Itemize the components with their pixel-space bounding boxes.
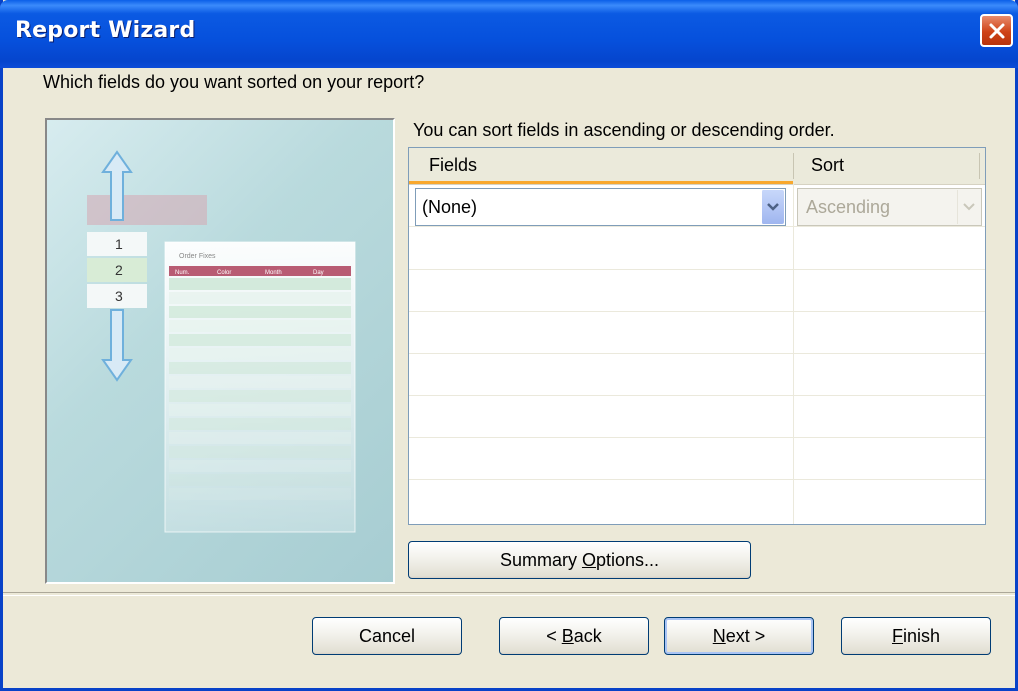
- grid-row-7[interactable]: [409, 437, 985, 480]
- mini-table-title: Order Fixes: [179, 253, 216, 260]
- highlight-band: [87, 195, 207, 225]
- sort-grid: Fields Sort (None) Ascending: [408, 147, 986, 525]
- back-button[interactable]: < Back: [499, 617, 649, 655]
- summary-options-mnemonic: O: [581, 549, 596, 570]
- grid-column-divider: [793, 184, 794, 524]
- grid-header: Fields Sort: [409, 148, 985, 185]
- title-bar[interactable]: Report Wizard: [0, 0, 1018, 68]
- footer-divider: [3, 592, 1015, 596]
- close-button[interactable]: [980, 14, 1013, 47]
- mini-table-header: [169, 266, 351, 276]
- field-dropdown-button[interactable]: [761, 190, 784, 224]
- next-mnemonic: N: [712, 625, 726, 646]
- finish-mnemonic: F: [891, 625, 903, 646]
- header-divider-end: [979, 153, 980, 179]
- header-sort-label: Sort: [811, 155, 845, 175]
- report-wizard-window: Report Wizard Which fields do you want s…: [0, 0, 1018, 691]
- mini-col-day: Day: [313, 270, 324, 276]
- grid-row-2[interactable]: [409, 227, 985, 270]
- sort-illustration-graphic: 1 2 3 Order Fixes Num. Color Month Day: [87, 150, 356, 533]
- arrow-down-icon: [101, 309, 133, 382]
- finish-button[interactable]: Finish: [841, 617, 991, 655]
- field-select[interactable]: (None): [415, 188, 786, 226]
- sort-order-value: Ascending: [806, 197, 891, 217]
- summary-options-button[interactable]: Summary Options...: [408, 541, 751, 579]
- mini-col-num: Num.: [175, 270, 190, 276]
- back-mnemonic: B: [561, 625, 574, 646]
- grid-row-8[interactable]: [409, 479, 985, 521]
- cancel-label: Cancel: [358, 625, 416, 646]
- header-fields-label: Fields: [429, 155, 478, 175]
- summary-options-label-suffix: ptions...: [595, 549, 660, 570]
- next-button[interactable]: Next >: [664, 617, 814, 655]
- window-title: Report Wizard: [15, 18, 196, 43]
- sort-dropdown-button[interactable]: [957, 190, 980, 224]
- grid-row-4[interactable]: [409, 311, 985, 354]
- back-label-suffix: ack: [573, 625, 602, 646]
- cancel-button[interactable]: Cancel: [312, 617, 462, 655]
- grid-row-5[interactable]: [409, 353, 985, 396]
- header-fields-column[interactable]: Fields: [409, 148, 793, 184]
- sort-illustration: 1 2 3 Order Fixes Num. Color Month Day: [45, 118, 395, 584]
- summary-options-label-prefix: Summary: [499, 549, 582, 570]
- step-number-2: 2: [115, 262, 123, 278]
- step-number-3: 3: [115, 288, 123, 304]
- header-divider[interactable]: [793, 153, 794, 179]
- instruction-label: You can sort fields in ascending or desc…: [413, 120, 835, 140]
- chevron-down-icon: [963, 203, 975, 211]
- sort-order-select[interactable]: Ascending: [797, 188, 982, 226]
- finish-label-suffix: inish: [902, 625, 941, 646]
- chevron-down-icon: [767, 203, 779, 211]
- close-icon: [989, 23, 1004, 38]
- step-number-1: 1: [115, 236, 123, 252]
- back-label-prefix: <: [546, 625, 562, 646]
- field-select-value: (None): [422, 197, 478, 217]
- grid-row-3[interactable]: [409, 269, 985, 312]
- mini-col-month: Month: [265, 270, 282, 276]
- question-label: Which fields do you want sorted on your …: [43, 72, 425, 92]
- mini-col-color: Color: [217, 270, 231, 276]
- grid-row-6[interactable]: [409, 395, 985, 438]
- next-label-suffix: ext >: [725, 625, 766, 646]
